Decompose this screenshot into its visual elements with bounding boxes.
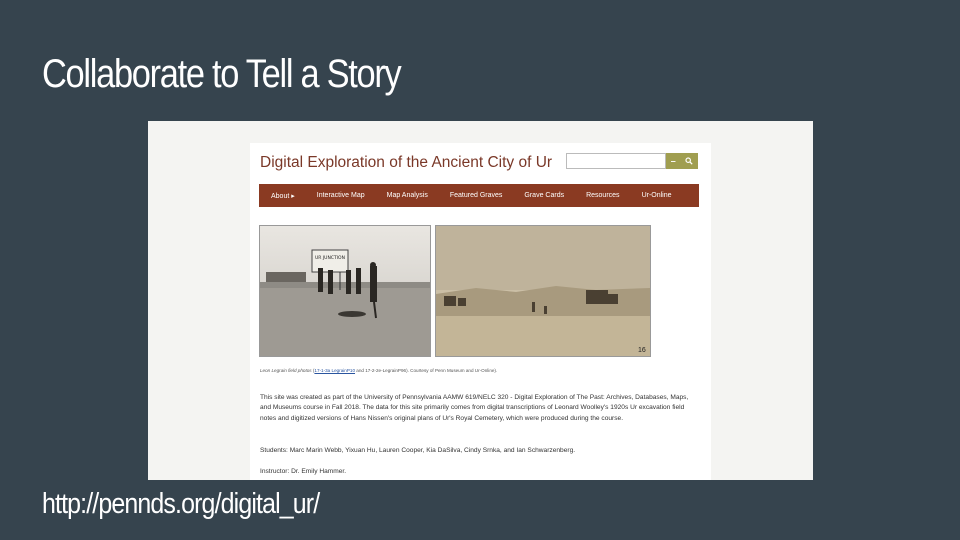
main-nav: About ▸ Interactive Map Map Analysis Fea…	[259, 184, 699, 207]
nav-item-ur-online[interactable]: Ur-Online	[642, 192, 672, 199]
students-line: Students: Marc Marin Webb, Yixuan Hu, La…	[260, 447, 576, 454]
minus-icon: –	[670, 156, 676, 166]
site-title[interactable]: Digital Exploration of the Ancient City …	[260, 154, 552, 172]
nav-item-featured-graves[interactable]: Featured Graves	[450, 192, 503, 199]
slide-url[interactable]: http://pennds.org/digital_ur/	[42, 488, 320, 521]
slide-title: Collaborate to Tell a Story	[42, 52, 402, 96]
caption-lead: Leon Legrain field photos	[260, 368, 312, 373]
photo-number: 16	[638, 347, 646, 354]
nav-item-resources[interactable]: Resources	[586, 192, 619, 199]
search-icon	[685, 157, 693, 165]
photo-caption: Leon Legrain field photos (17-1-3a Legra…	[260, 368, 497, 373]
nav-item-map-analysis[interactable]: Map Analysis	[387, 192, 428, 199]
caption-rest: and 17-2-2e-LegrainP96). Courtesy of Pen…	[355, 368, 498, 373]
search-button[interactable]: –	[666, 153, 698, 169]
field-photo-2: 16	[435, 225, 651, 357]
nav-item-grave-cards[interactable]: Grave Cards	[524, 192, 564, 199]
nav-item-interactive-map[interactable]: Interactive Map	[317, 192, 365, 199]
caret-right-icon: ▸	[291, 192, 295, 200]
website-screenshot: Digital Exploration of the Ancient City …	[148, 121, 813, 480]
web-page: Digital Exploration of the Ancient City …	[250, 143, 711, 480]
field-photo-1: UR JUNCTION	[259, 225, 431, 357]
search-input[interactable]	[566, 153, 666, 169]
nav-item-about[interactable]: About ▸	[271, 192, 295, 200]
intro-paragraph: This site was created as part of the Uni…	[260, 394, 689, 422]
caption-link[interactable]: 17-1-3a LegrainP10	[314, 368, 355, 373]
instructor-line: Instructor: Dr. Emily Hammer.	[260, 468, 347, 475]
sign-text: UR JUNCTION	[315, 255, 345, 261]
